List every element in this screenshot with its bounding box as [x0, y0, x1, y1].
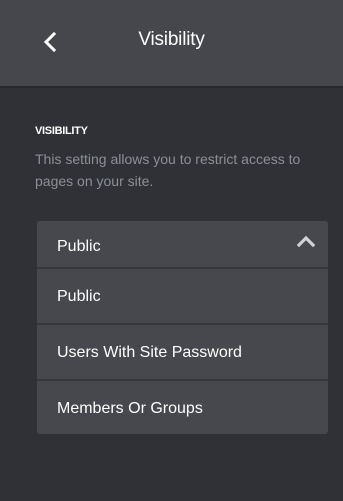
chevron-up-icon[interactable] [296, 234, 316, 248]
option-users-with-site-password[interactable]: Users With Site Password [37, 323, 328, 379]
visibility-select[interactable]: Public [37, 221, 328, 267]
option-label: Users With Site Password [57, 344, 242, 361]
option-label: Public [57, 288, 101, 305]
visibility-dropdown: Public Public Users With Site Password M… [37, 221, 328, 434]
section-description: This setting allows you to restrict acce… [35, 151, 301, 189]
selected-value: Public [57, 238, 101, 255]
option-label: Members Or Groups [57, 400, 203, 417]
header-divider [0, 86, 343, 88]
header-bar: Visibility [0, 0, 343, 86]
section-label: VISIBILITY [35, 125, 88, 137]
page-title: Visibility [138, 29, 205, 50]
option-public[interactable]: Public [37, 267, 328, 323]
option-members-or-groups[interactable]: Members Or Groups [37, 379, 328, 434]
